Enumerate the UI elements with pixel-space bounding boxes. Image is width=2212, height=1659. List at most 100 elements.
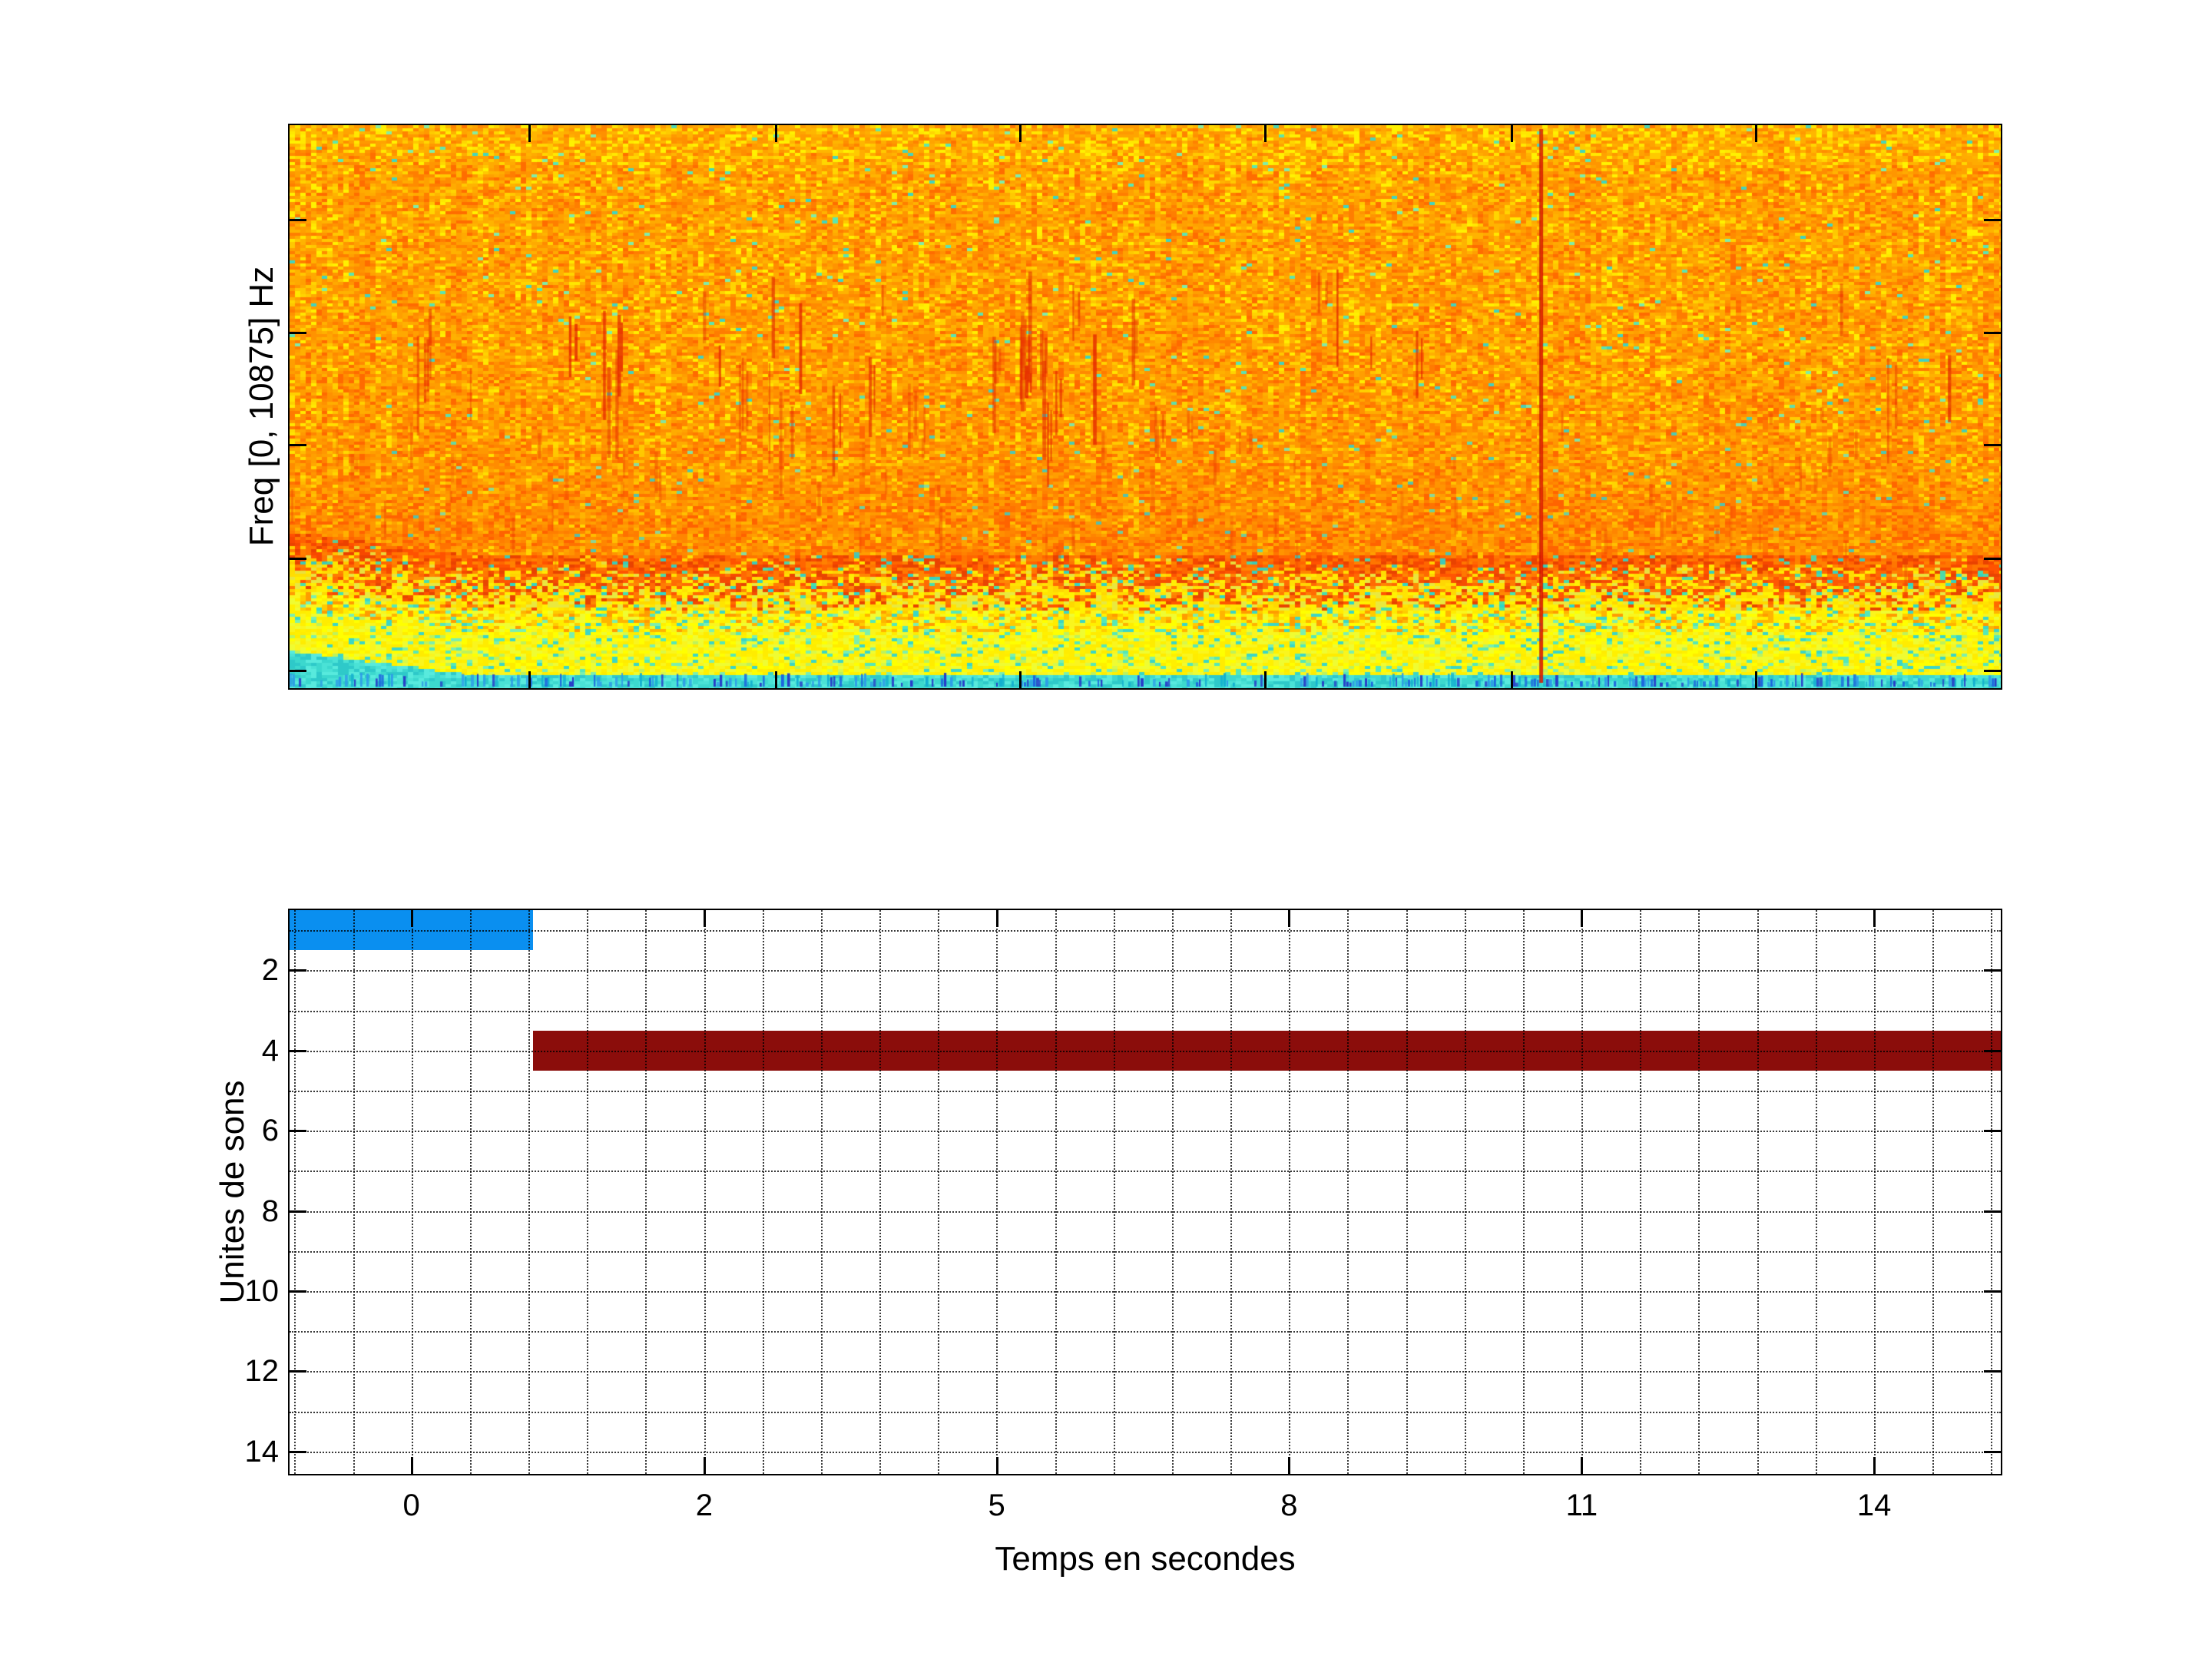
- x-gridline: [1289, 910, 1291, 1474]
- y-gridline: [290, 1451, 2001, 1453]
- y-gridline: [290, 1131, 2001, 1133]
- x-gridline: [1171, 910, 1174, 1474]
- spectrogram-xtick: [1511, 671, 1513, 688]
- y-gridline: [290, 1090, 2001, 1092]
- spectrogram-xtick: [1755, 125, 1757, 142]
- x-gridline: [704, 910, 706, 1474]
- x-gridline: [469, 910, 472, 1474]
- spectrogram-ytick: [1984, 444, 2001, 446]
- y-tick-label: 4: [261, 1033, 279, 1068]
- units-xtick: [1873, 1457, 1876, 1474]
- x-gridline: [1932, 910, 1935, 1474]
- units-xtick: [411, 1457, 413, 1474]
- units-xtick: [1581, 1457, 1583, 1474]
- units-axes: [288, 909, 2002, 1475]
- units-xtick: [996, 910, 998, 927]
- spectrogram-ytick: [290, 558, 306, 560]
- x-gridline: [996, 910, 998, 1474]
- x-gridline: [1406, 910, 1408, 1474]
- spectrogram-xtick: [528, 671, 531, 688]
- x-tick-label: 14: [1856, 1488, 1892, 1522]
- spectrogram-ytick: [290, 332, 306, 334]
- spectrogram-ylabel: Freq [0, 10875] Hz: [243, 266, 280, 547]
- x-gridline: [587, 910, 589, 1474]
- units-ytick: [290, 1050, 306, 1052]
- x-gridline: [411, 910, 413, 1474]
- x-tick-label: 5: [988, 1488, 1005, 1522]
- units-ytick: [290, 1210, 306, 1213]
- spectrogram-xtick: [1264, 671, 1267, 688]
- spectrogram-ytick: [290, 670, 306, 672]
- units-ytick: [1984, 1290, 2001, 1293]
- y-tick-label: 2: [261, 953, 279, 988]
- y-gridline: [290, 930, 2001, 932]
- spectrogram-axes: [288, 124, 2002, 690]
- units-xtick: [1873, 910, 1876, 927]
- spectrogram-ytick: [1984, 332, 2001, 334]
- x-tick-label: 11: [1565, 1488, 1598, 1522]
- units-ytick: [1984, 1130, 2001, 1132]
- matlab-figure: Freq [0, 10875] Hz Unites de sons Temps …: [0, 0, 2212, 1659]
- units-ytick: [1984, 969, 2001, 972]
- x-gridline: [1347, 910, 1349, 1474]
- y-gridline: [290, 1210, 2001, 1213]
- x-gridline: [1113, 910, 1115, 1474]
- units-ytick: [290, 1451, 306, 1453]
- spectrogram-xtick: [1755, 671, 1757, 688]
- y-gridline: [290, 970, 2001, 972]
- spectrogram-xtick: [528, 125, 531, 142]
- y-tick-label: 14: [244, 1434, 280, 1469]
- units-xtick: [1288, 910, 1290, 927]
- y-gridline: [290, 1291, 2001, 1293]
- spectrogram-xtick: [1019, 671, 1022, 688]
- x-gridline: [645, 910, 647, 1474]
- x-tick-label: 0: [402, 1488, 420, 1522]
- x-gridline: [353, 910, 355, 1474]
- y-tick-label: 8: [261, 1194, 279, 1228]
- spectrogram-xtick: [1264, 125, 1267, 142]
- units-ytick: [1984, 1050, 2001, 1052]
- x-gridline: [1873, 910, 1876, 1474]
- y-gridline: [290, 1010, 2001, 1012]
- units-ytick: [1984, 1451, 2001, 1453]
- x-gridline: [294, 910, 296, 1474]
- units-ytick: [290, 1130, 306, 1132]
- units-xtick: [411, 910, 413, 927]
- y-tick-label: 6: [261, 1114, 279, 1148]
- x-gridline: [1464, 910, 1466, 1474]
- spectrogram-ytick: [1984, 558, 2001, 560]
- units-ytick: [290, 1370, 306, 1373]
- units-ytick: [290, 1290, 306, 1293]
- units-ytick: [1984, 1370, 2001, 1373]
- x-gridline: [1991, 910, 1993, 1474]
- y-gridline: [290, 1411, 2001, 1413]
- y-gridline: [290, 1050, 2001, 1052]
- spectrogram-xtick: [1019, 125, 1022, 142]
- spectrogram-xtick: [775, 671, 777, 688]
- x-tick-label: 2: [695, 1488, 713, 1522]
- x-gridline: [1640, 910, 1642, 1474]
- y-tick-label: 10: [244, 1274, 280, 1309]
- spectrogram-ytick: [290, 219, 306, 221]
- x-tick-label: 8: [1280, 1488, 1298, 1522]
- units-xlabel: Temps en secondes: [995, 1540, 1296, 1578]
- x-gridline: [1815, 910, 1817, 1474]
- units-xtick: [1288, 1457, 1290, 1474]
- spectrogram-ytick: [1984, 670, 2001, 672]
- y-gridline: [290, 1171, 2001, 1173]
- spectrogram-xtick: [775, 125, 777, 142]
- x-gridline: [1581, 910, 1584, 1474]
- x-gridline: [1230, 910, 1233, 1474]
- spectrogram-xtick: [1511, 125, 1513, 142]
- spectrogram-ytick: [290, 444, 306, 446]
- units-xtick: [996, 1457, 998, 1474]
- y-tick-label: 12: [244, 1354, 280, 1389]
- x-gridline: [528, 910, 531, 1474]
- x-gridline: [1522, 910, 1525, 1474]
- x-gridline: [820, 910, 823, 1474]
- spectrogram-heatmap: [290, 125, 2001, 688]
- x-gridline: [1698, 910, 1700, 1474]
- x-gridline: [879, 910, 882, 1474]
- x-gridline: [1757, 910, 1759, 1474]
- units-ytick: [1984, 1210, 2001, 1213]
